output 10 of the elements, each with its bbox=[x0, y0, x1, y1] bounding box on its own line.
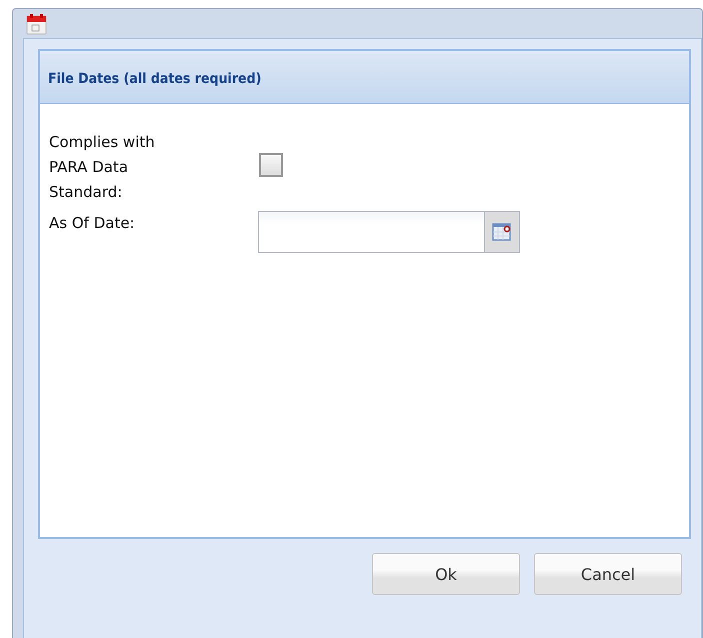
dialog-button[interactable]: Ok bbox=[372, 553, 520, 595]
field-label: Complies with PARA Data Standard: bbox=[49, 132, 156, 203]
calendar-icon bbox=[26, 12, 48, 34]
checkbox[interactable] bbox=[259, 152, 283, 176]
panel-title: File Dates (all dates required) bbox=[48, 70, 262, 86]
field-label: As Of Date: bbox=[49, 213, 136, 234]
calendar-icon bbox=[492, 222, 512, 242]
date-picker-button[interactable] bbox=[485, 212, 519, 252]
date-field[interactable] bbox=[258, 211, 520, 253]
dialog-button[interactable]: Cancel bbox=[534, 553, 682, 595]
